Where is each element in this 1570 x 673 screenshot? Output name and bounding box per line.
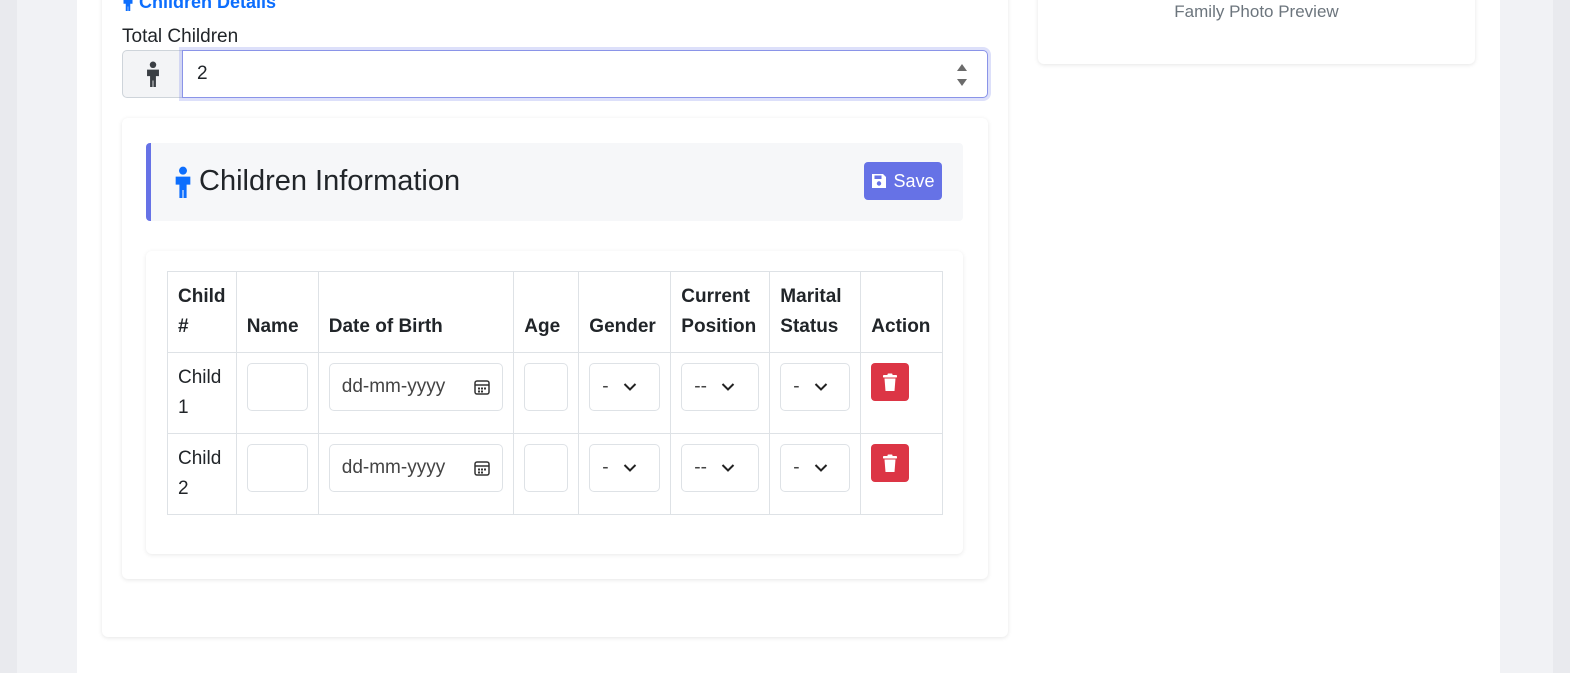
dob-placeholder: dd-mm-yyyy: [341, 457, 446, 478]
position-value: --: [694, 376, 707, 397]
gender-value: -: [602, 376, 609, 397]
total-children-number-input[interactable]: 2: [182, 50, 988, 98]
position-value: --: [694, 457, 707, 478]
child-number: 1: [178, 397, 189, 418]
children-information-header: Children Information Save: [146, 143, 963, 221]
column-header-action: Action: [860, 271, 943, 353]
header-text: Marital: [780, 286, 842, 307]
column-header-gender: Gender: [578, 271, 672, 353]
chevron-down-icon: [721, 464, 735, 472]
calendar-icon[interactable]: [474, 460, 490, 476]
action-cell: [860, 352, 943, 434]
child-marital-select[interactable]: -: [780, 444, 851, 492]
chevron-down-icon: [623, 464, 636, 472]
child-number-cell: Child 2: [167, 433, 237, 515]
child-position-select[interactable]: --: [681, 444, 760, 492]
family-photo-card: Family Photo Preview: [1038, 0, 1475, 64]
chevron-down-icon: [814, 464, 827, 472]
chevron-down-icon: [721, 383, 735, 391]
table-row: Child 1 dd-mm-yyyy - -- -: [167, 352, 943, 434]
child-age-input[interactable]: [524, 363, 569, 411]
gender-cell: -: [578, 433, 672, 515]
name-cell: [235, 352, 319, 434]
child-icon: [123, 0, 133, 11]
child-name-input[interactable]: [246, 363, 308, 411]
calendar-icon[interactable]: [474, 379, 490, 395]
chevron-down-icon: [623, 383, 636, 391]
column-header-marital-status: Marital Status: [769, 271, 862, 353]
child-name-input[interactable]: [246, 444, 308, 492]
header-text: Position: [681, 316, 757, 337]
save-button-label: Save: [893, 170, 935, 191]
number-spinner[interactable]: [957, 64, 967, 86]
column-header-current-position: Current Position: [670, 271, 771, 353]
children-information-title: Children Information: [173, 165, 460, 198]
column-header-age: Age: [513, 271, 580, 353]
spinner-up-icon[interactable]: [957, 64, 967, 71]
child-dob-input[interactable]: dd-mm-yyyy: [328, 444, 503, 492]
child-gender-select[interactable]: -: [589, 444, 661, 492]
marital-cell: -: [769, 433, 862, 515]
gender-value: -: [602, 457, 609, 478]
marital-value: -: [793, 376, 800, 397]
chevron-down-icon: [814, 383, 827, 391]
table-header-row: Child # Name Date of Birth Age Gender Cu…: [167, 271, 943, 353]
total-children-input-group: 2: [122, 50, 988, 98]
child-label: Child: [178, 448, 222, 469]
total-children-label: Total Children: [122, 26, 239, 47]
total-children-addon: [122, 50, 182, 98]
header-text: Current: [681, 286, 750, 307]
header-text: Child: [178, 286, 226, 307]
child-icon: [146, 61, 159, 87]
column-header-name: Name: [235, 271, 319, 353]
photo-preview-caption: Family Photo Preview: [1174, 2, 1339, 21]
child-gender-select[interactable]: -: [589, 363, 661, 411]
children-table: Child # Name Date of Birth Age Gender Cu…: [167, 271, 943, 515]
column-header-dob: Date of Birth: [317, 271, 515, 353]
total-children-value: 2: [197, 63, 208, 84]
delete-child-button[interactable]: [871, 363, 910, 401]
header-text: #: [178, 316, 189, 337]
dob-cell: dd-mm-yyyy: [317, 352, 515, 434]
child-dob-input[interactable]: dd-mm-yyyy: [328, 363, 503, 411]
gender-cell: -: [578, 352, 672, 434]
trash-icon: [883, 373, 898, 391]
child-label: Child: [178, 367, 222, 388]
marital-cell: -: [769, 352, 862, 434]
position-cell: --: [670, 433, 771, 515]
save-icon: [872, 174, 887, 188]
trash-icon: [883, 454, 898, 472]
child-number: 2: [178, 478, 189, 499]
action-cell: [860, 433, 943, 515]
header-text: Status: [780, 316, 839, 337]
children-details-label: Children Details: [139, 0, 277, 12]
children-information-label: Children Information: [199, 165, 461, 197]
dob-cell: dd-mm-yyyy: [317, 433, 515, 515]
table-row: Child 2 dd-mm-yyyy - -- -: [167, 433, 943, 515]
column-header-child-number: Child #: [167, 271, 237, 353]
dob-placeholder: dd-mm-yyyy: [341, 376, 446, 397]
save-button[interactable]: Save: [864, 162, 942, 200]
child-age-input[interactable]: [524, 444, 569, 492]
age-cell: [513, 433, 580, 515]
spinner-down-icon[interactable]: [957, 79, 967, 86]
child-position-select[interactable]: --: [681, 363, 760, 411]
child-marital-select[interactable]: -: [780, 363, 851, 411]
name-cell: [235, 433, 319, 515]
child-icon: [175, 166, 191, 198]
position-cell: --: [670, 352, 771, 434]
children-details-heading: Children Details: [121, 0, 276, 12]
delete-child-button[interactable]: [871, 444, 910, 482]
marital-value: -: [793, 457, 800, 478]
child-number-cell: Child 1: [167, 352, 237, 434]
age-cell: [513, 352, 580, 434]
